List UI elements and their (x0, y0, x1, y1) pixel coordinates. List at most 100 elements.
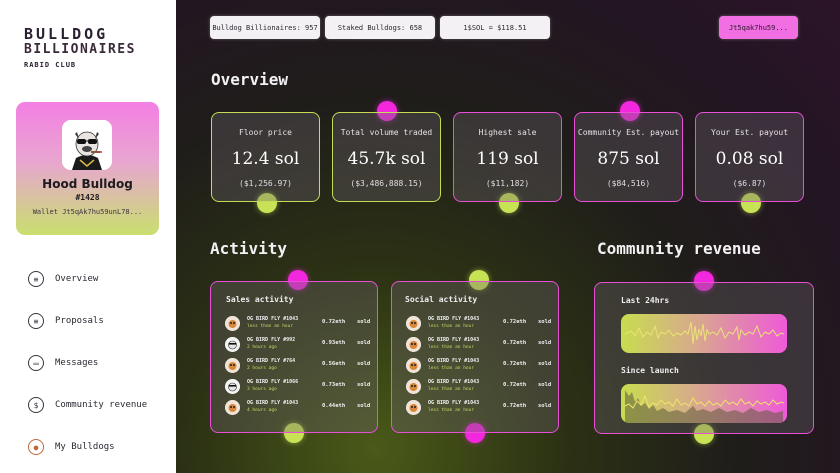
list-item[interactable]: OG BIRD FLY #1043 less than an hour 0.72… (406, 399, 556, 417)
item-name: OG BIRD FLY #1043 (247, 400, 299, 406)
item-status: sold (538, 319, 552, 325)
stat-usd: ($3,486,888.15) (350, 179, 423, 188)
nav-item-proposals[interactable]: ≡ Proposals (28, 300, 147, 342)
since-launch-label: Since launch (621, 366, 679, 375)
nav-item-community-revenue[interactable]: $ Community revenue (28, 384, 147, 426)
nft-avatar (225, 379, 240, 394)
item-name: OG BIRD FLY #1043 (428, 358, 480, 364)
dollar-icon: $ (28, 397, 44, 413)
proposals-icon: ≡ (28, 313, 44, 329)
item-time: 3 hours ago (247, 387, 277, 392)
item-status: sold (538, 403, 552, 409)
bulldog-avatar (62, 120, 112, 170)
item-name: OG BIRD FLY #1043 (247, 316, 299, 322)
item-price: 0.44eth (322, 403, 346, 409)
item-price: 0.72eth (503, 319, 527, 325)
item-time: 2 hours ago (247, 345, 277, 350)
list-item[interactable]: OG BIRD FLY #1043 4 hours ago 0.44eth so… (225, 399, 375, 417)
nav-item-messages[interactable]: ▭ Messages (28, 342, 147, 384)
stat-label: Floor price (239, 128, 292, 137)
nav-label: My Bulldogs (55, 442, 115, 452)
sales-activity-title: Sales activity (226, 295, 294, 304)
staked-count-pill: Staked Bulldogs: 658 (325, 16, 435, 39)
item-name: OG BIRD FLY #764 (247, 358, 296, 364)
item-time: 4 hours ago (247, 408, 277, 413)
list-item[interactable]: OG BIRD FLY #1043 less than an hour 0.72… (225, 315, 375, 333)
nft-avatar (406, 400, 421, 415)
stat-value: 12.4 sol (231, 149, 300, 169)
profile-name: Hood Bulldog (42, 177, 133, 191)
bulldog-icon: ● (28, 439, 44, 455)
nft-avatar (225, 400, 240, 415)
nav-item-overview[interactable]: ≡ Overview (28, 258, 147, 300)
item-name: OG BIRD FLY #1043 (428, 379, 480, 385)
list-item[interactable]: OG BIRD FLY #1066 3 hours ago 0.73eth so… (225, 378, 375, 396)
item-name: OG BIRD FLY #992 (247, 337, 296, 343)
stat-usd: ($1,256.97) (239, 179, 292, 188)
sol-price-pill: 1$SOL = $118.51 (440, 16, 550, 39)
main-panel: Bulldog Billionaires: 957 Staked Bulldog… (176, 0, 840, 473)
brand-line-3: RABID CLUB (24, 61, 77, 69)
profile-card: Hood Bulldog #1428 Wallet Jt5qAk7hu59unL… (16, 102, 159, 235)
item-status: sold (538, 361, 552, 367)
stat-usd: ($6.87) (732, 179, 767, 188)
sidebar-nav: ≡ Overview ≡ Proposals ▭ Messages $ Comm… (28, 258, 147, 468)
list-item[interactable]: OG BIRD FLY #992 2 hours ago 0.93eth sol… (225, 336, 375, 354)
stat-label: Your Est. payout (710, 128, 789, 137)
stat-usd: ($84,516) (606, 179, 651, 188)
stat-label: Highest sale (478, 128, 537, 137)
stat-label: Total volume traded (340, 128, 433, 137)
stat-value: 45.7k sol (347, 149, 426, 169)
item-time: less than an hour (428, 366, 475, 371)
social-activity-title: Social activity (405, 295, 478, 304)
brand-line-2: BILLIONAIRES (24, 42, 136, 57)
stat-usd: ($11,182) (485, 179, 530, 188)
profile-wallet: Wallet Jt5qAk7hu59unL78... (32, 208, 143, 216)
list-item[interactable]: OG BIRD FLY #764 2 hours ago 0.56eth sol… (225, 357, 375, 375)
messages-icon: ▭ (28, 355, 44, 371)
list-item[interactable]: OG BIRD FLY #1043 less than an hour 0.72… (406, 357, 556, 375)
item-status: sold (357, 361, 371, 367)
item-time: less than an hour (428, 408, 475, 413)
nft-avatar (406, 337, 421, 352)
item-time: less than an hour (247, 324, 294, 329)
nav-label: Community revenue (55, 400, 148, 410)
stat-card-total-volume: Total volume traded 45.7k sol ($3,486,88… (332, 112, 441, 202)
nft-avatar (406, 358, 421, 373)
item-time: 2 hours ago (247, 366, 277, 371)
item-time: less than an hour (428, 345, 475, 350)
nft-avatar (406, 379, 421, 394)
billionaires-count-pill: Bulldog Billionaires: 957 (210, 16, 320, 39)
item-time: less than an hour (428, 324, 475, 329)
community-revenue-title: Community revenue (597, 239, 761, 258)
item-price: 0.72eth (503, 403, 527, 409)
last-24hrs-sparkline[interactable] (621, 314, 787, 353)
brand-logo[interactable]: BULLDOG BILLIONAIRES RABID CLUB (24, 26, 136, 69)
stat-value: 119 sol (476, 149, 539, 169)
stat-card-community-payout: Community Est. payout 875 sol ($84,516) (574, 112, 683, 202)
stat-card-your-payout: Your Est. payout 0.08 sol ($6.87) (695, 112, 804, 202)
list-item[interactable]: OG BIRD FLY #1043 less than an hour 0.72… (406, 315, 556, 333)
item-status: sold (357, 382, 371, 388)
item-price: 0.93eth (322, 340, 346, 346)
sales-activity-card: Sales activity OG BIRD FLY #1043 less th… (210, 281, 378, 433)
item-name: OG BIRD FLY #1043 (428, 400, 480, 406)
community-revenue-card: Last 24hrs Since launch (594, 282, 814, 434)
nft-avatar (406, 316, 421, 331)
item-price: 0.72eth (503, 361, 527, 367)
nav-label: Proposals (55, 316, 104, 326)
item-price: 0.72eth (503, 340, 527, 346)
list-item[interactable]: OG BIRD FLY #1043 less than an hour 0.72… (406, 336, 556, 354)
nav-item-my-bulldogs[interactable]: ● My Bulldogs (28, 426, 147, 468)
activity-title: Activity (210, 239, 288, 258)
stat-value: 875 sol (597, 149, 660, 169)
social-activity-card: Social activity OG BIRD FLY #1043 less t… (391, 281, 559, 433)
overview-title: Overview (211, 70, 289, 89)
item-name: OG BIRD FLY #1043 (428, 316, 480, 322)
list-item[interactable]: OG BIRD FLY #1043 less than an hour 0.72… (406, 378, 556, 396)
item-status: sold (357, 319, 371, 325)
since-launch-area-chart[interactable] (621, 384, 787, 423)
stat-label: Community Est. payout (577, 128, 680, 137)
wallet-button[interactable]: Jt5qak7hu59... (719, 16, 798, 39)
item-time: less than an hour (428, 387, 475, 392)
